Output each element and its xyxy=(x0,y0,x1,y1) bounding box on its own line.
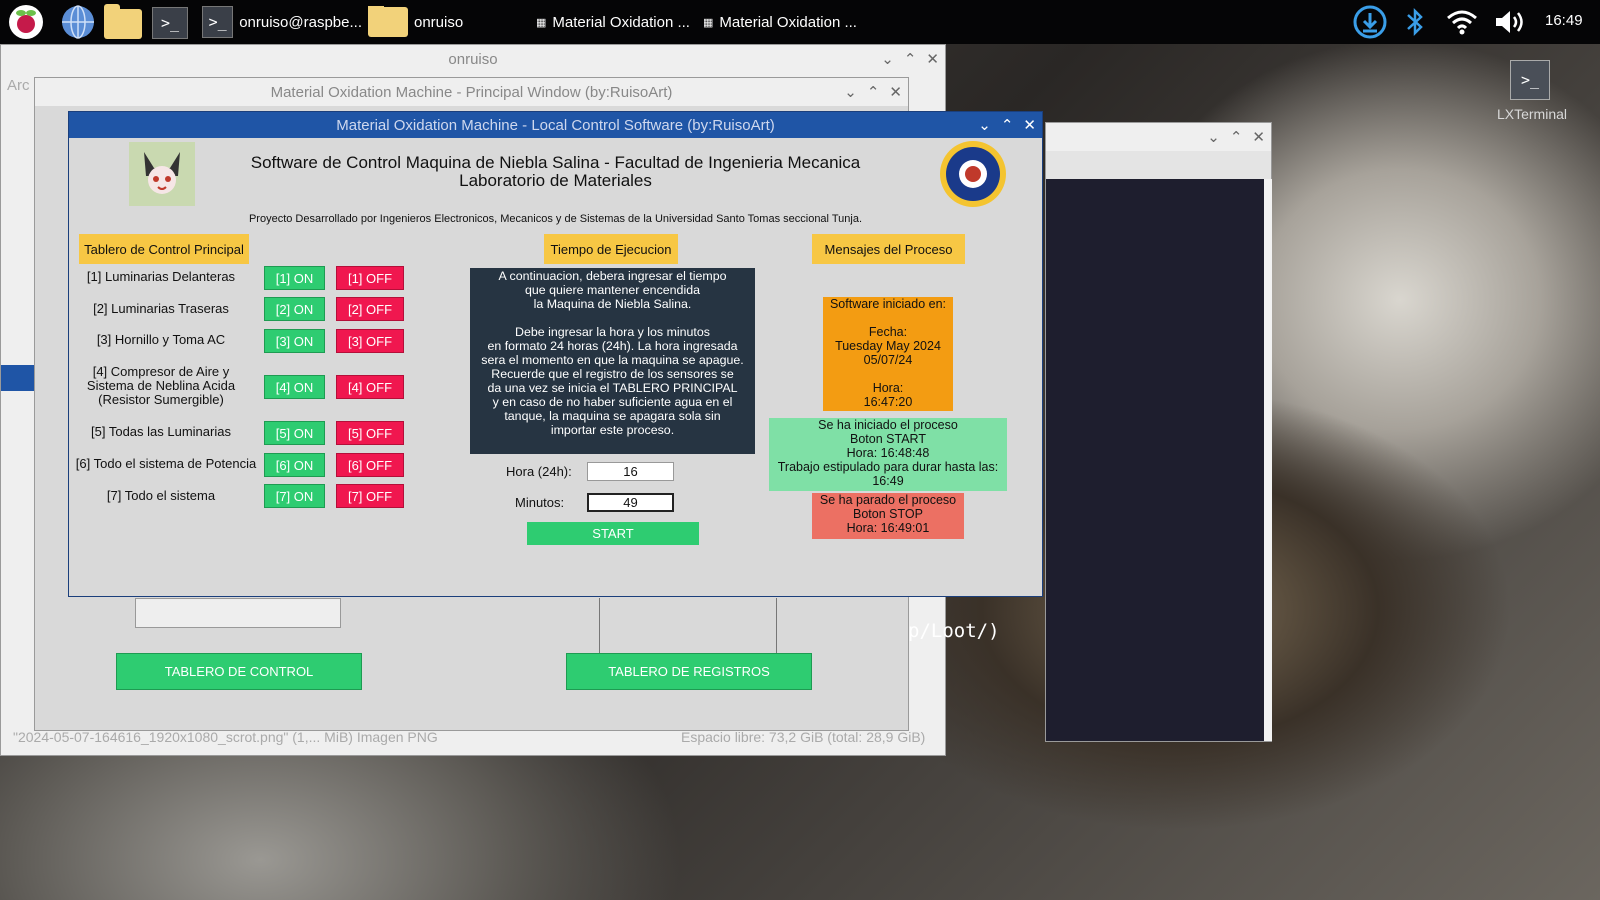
menu-fragment[interactable]: Arc xyxy=(7,77,30,94)
terminal-icon: >_ xyxy=(202,6,234,38)
hornillo-off-button[interactable]: [3] OFF xyxy=(336,329,404,353)
section-time-label: Tiempo de Ejecucion xyxy=(544,234,678,264)
header-line2: Laboratorio de Materiales xyxy=(459,171,652,190)
tablero-registros-button[interactable]: TABLERO DE REGISTROS xyxy=(566,653,812,690)
hour-input[interactable] xyxy=(587,462,674,481)
terminal-task-label: onruiso@raspbe... xyxy=(239,13,362,31)
minutes-label: Minutos: xyxy=(515,495,565,510)
folder-task[interactable]: onruiso xyxy=(368,6,518,38)
todas-luminarias-on-button[interactable]: [5] ON xyxy=(264,421,325,445)
header-line1: Software de Control Maquina de Niebla Sa… xyxy=(250,153,861,172)
section-messages-label: Mensajes del Proceso xyxy=(812,234,965,264)
minimize-icon[interactable]: ⌄ xyxy=(1207,128,1220,146)
maximize-icon[interactable]: ⌃ xyxy=(867,83,880,101)
row-label-2: [2] Luminarias Traseras xyxy=(93,301,229,316)
window-controls: ⌄ ⌃ ✕ xyxy=(1207,123,1265,151)
sistema-potencia-off-button[interactable]: [6] OFF xyxy=(336,453,404,477)
maximize-icon[interactable]: ⌃ xyxy=(1230,128,1243,146)
file-manager-title: onruiso xyxy=(448,50,498,68)
terminal-task[interactable]: >_ onruiso@raspbe... xyxy=(202,6,362,38)
compresor-on-button[interactable]: [4] ON xyxy=(264,375,325,399)
close-icon[interactable]: ✕ xyxy=(926,50,939,68)
row-label-5: [5] Todas las Luminarias xyxy=(91,424,231,439)
terminal-icon[interactable]: >_ xyxy=(150,6,190,40)
close-icon[interactable]: ✕ xyxy=(889,83,902,101)
hour-label: Hora (24h): xyxy=(506,464,572,479)
todo-sistema-off-button[interactable]: [7] OFF xyxy=(336,484,404,508)
row-label-7: [7] Todo el sistema xyxy=(106,488,216,503)
selected-tree-row[interactable] xyxy=(1,365,37,391)
window-icon: ▦ xyxy=(536,16,547,29)
local-control-title: Material Oxidation Machine - Local Contr… xyxy=(336,116,775,134)
maximize-icon[interactable]: ⌃ xyxy=(904,50,917,68)
row-label-6: [6] Todo el sistema de Potencia xyxy=(75,456,257,471)
luminarias-delanteras-off-button[interactable]: [1] OFF xyxy=(336,266,404,290)
raspberry-pi-icon[interactable] xyxy=(4,2,48,42)
terminal-text: p/Loot/) xyxy=(908,620,1000,642)
sistema-potencia-on-button[interactable]: [6] ON xyxy=(264,453,325,477)
records-preview-thumbnail xyxy=(599,598,777,660)
start-button[interactable]: START xyxy=(527,522,699,545)
terminal-window: ⌄ ⌃ ✕ xyxy=(1045,122,1272,742)
lxterminal-label: LXTerminal xyxy=(1496,106,1568,122)
compresor-off-button[interactable]: [4] OFF xyxy=(336,375,404,399)
todas-luminarias-off-button[interactable]: [5] OFF xyxy=(336,421,404,445)
download-icon[interactable] xyxy=(1350,5,1390,39)
globe-icon[interactable] xyxy=(58,4,98,40)
status-left: "2024-05-07-164616_1920x1080_scrot.png" … xyxy=(13,729,438,745)
file-manager-titlebar: onruiso ⌄ ⌃ ✕ xyxy=(1,45,945,73)
principal-titlebar: Material Oxidation Machine - Principal W… xyxy=(35,78,908,106)
tablero-control-button[interactable]: TABLERO DE CONTROL xyxy=(116,653,362,690)
window-task-1-label: Material Oxidation ... xyxy=(552,13,690,31)
minutes-input[interactable] xyxy=(587,493,674,512)
lxterminal-icon[interactable]: >_ xyxy=(1510,60,1550,100)
todo-sistema-on-button[interactable]: [7] ON xyxy=(264,484,325,508)
wifi-icon[interactable] xyxy=(1442,5,1482,39)
section-control-label: Tablero de Control Principal xyxy=(79,234,249,264)
terminal-body[interactable] xyxy=(1046,179,1264,741)
folder-task-label: onruiso xyxy=(414,13,464,31)
hornillo-on-button[interactable]: [3] ON xyxy=(264,329,325,353)
clock[interactable]: 16:49 xyxy=(1545,12,1595,29)
window-controls: ⌄ ⌃ ✕ xyxy=(978,112,1036,138)
row-label-4: [4] Compresor de Aire y Sistema de Nebli… xyxy=(86,364,236,407)
taskbar: >_ >_ onruiso@raspbe... onruiso ▦ Materi… xyxy=(0,0,1600,44)
msg-process-started: Se ha iniciado el proceso Boton START Ho… xyxy=(769,418,1007,491)
minimize-icon[interactable]: ⌄ xyxy=(844,83,857,101)
terminal-scrollbar[interactable] xyxy=(1264,179,1272,741)
control-preview-thumbnail xyxy=(135,598,341,628)
terminal-titlebar: ⌄ ⌃ ✕ xyxy=(1046,123,1271,151)
principal-title: Material Oxidation Machine - Principal W… xyxy=(270,83,673,101)
bluetooth-icon[interactable] xyxy=(1400,5,1430,39)
window-controls: ⌄ ⌃ ✕ xyxy=(881,45,939,73)
msg-software-started: Software iniciado en: Fecha: Tuesday May… xyxy=(823,297,953,411)
window-controls: ⌄ ⌃ ✕ xyxy=(844,78,902,106)
status-right: Espacio libre: 73,2 GiB (total: 28,9 GiB… xyxy=(681,729,926,745)
local-control-titlebar: Material Oxidation Machine - Local Contr… xyxy=(69,112,1042,138)
local-control-window: Material Oxidation Machine - Local Contr… xyxy=(68,111,1043,597)
luminarias-delanteras-on-button[interactable]: [1] ON xyxy=(264,266,325,290)
window-icon: ▦ xyxy=(703,16,714,29)
row-label-3: [3] Hornillo y Toma AC xyxy=(96,332,226,347)
maximize-icon[interactable]: ⌃ xyxy=(1001,116,1014,134)
minimize-icon[interactable]: ⌄ xyxy=(881,50,894,68)
folder-icon[interactable] xyxy=(102,4,144,41)
window-task-2[interactable]: ▦ Material Oxidation ... xyxy=(703,6,863,38)
window-task-2-label: Material Oxidation ... xyxy=(719,13,857,31)
luminarias-traseras-on-button[interactable]: [2] ON xyxy=(264,297,325,321)
luminarias-traseras-off-button[interactable]: [2] OFF xyxy=(336,297,404,321)
close-icon[interactable]: ✕ xyxy=(1252,128,1265,146)
row-label-1: [1] Luminarias Delanteras xyxy=(86,269,236,284)
minimize-icon[interactable]: ⌄ xyxy=(978,116,991,134)
instructions-panel: A continuacion, debera ingresar el tiemp… xyxy=(470,268,755,454)
project-subtitle: Proyecto Desarrollado por Ingenieros Ele… xyxy=(248,213,863,225)
close-icon[interactable]: ✕ xyxy=(1023,116,1036,134)
window-task-1[interactable]: ▦ Material Oxidation ... xyxy=(536,6,696,38)
msg-process-stopped: Se ha parado el proceso Boton STOP Hora:… xyxy=(812,493,964,539)
folder-icon xyxy=(368,6,408,37)
volume-icon[interactable] xyxy=(1490,5,1530,39)
